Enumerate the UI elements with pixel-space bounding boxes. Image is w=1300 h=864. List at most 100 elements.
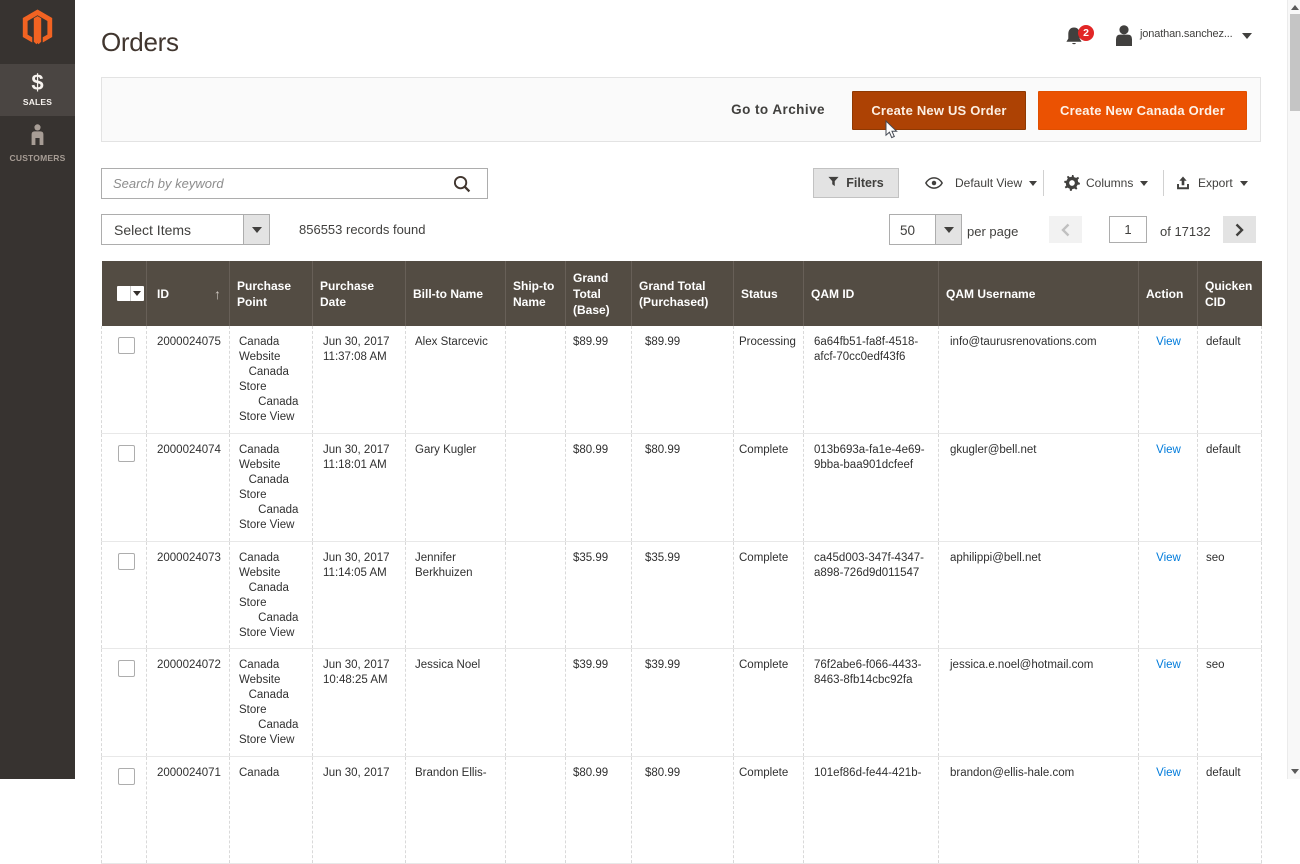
sort-ascending-icon: ↑ [214, 287, 221, 301]
dollar-icon: $ [0, 72, 75, 94]
cell-qam-id: 76f2abe6-f066-4433- 8463-8fb14cbc92fa [804, 649, 939, 757]
cell-qam-id-value: 101ef86d-fe44-421b- [814, 766, 930, 781]
cell-grand-total-purchased: $80.99 [632, 756, 734, 864]
cell-qam-id-value: 76f2abe6-f066-4433- 8463-8fb14cbc92fa [814, 658, 930, 688]
cell-purchase-date: Jun 30, 2017 11:18:01 AM [313, 434, 406, 542]
cell-purchase-point-value: Canada Website Canada Store Canada Store… [239, 551, 304, 641]
row-checkbox[interactable] [118, 553, 135, 570]
filters-button[interactable]: Filters [813, 168, 899, 198]
view-selector[interactable]: Default View [925, 168, 1037, 198]
cell-purchase-point-value: Canada Website Canada Store Canada Store… [239, 658, 304, 748]
mass-select-control[interactable] [117, 286, 144, 301]
cell-qam-username: brandon@ellis-hale.com [939, 756, 1139, 864]
column-header-id[interactable]: ID ↑ [147, 261, 230, 326]
column-header-grand-total-purchased[interactable]: Grand Total (Purchased) [632, 261, 734, 326]
cell-quicken-cid: default [1198, 434, 1262, 542]
user-menu-caret-icon[interactable] [1242, 33, 1252, 39]
column-header-purchase-point[interactable]: Purchase Point [230, 261, 313, 326]
cell-status: Complete [734, 541, 804, 649]
page-scrollbar[interactable] [1287, 0, 1300, 779]
column-header-status[interactable]: Status [734, 261, 804, 326]
notification-count-badge[interactable]: 2 [1078, 25, 1094, 41]
column-header-ship-to-name[interactable]: Ship-to Name [506, 261, 566, 326]
per-page-caret-icon[interactable] [935, 215, 961, 244]
username-label[interactable]: jonathan.sanchez... [1140, 28, 1233, 41]
orders-grid: ID ↑ Purchase Point Purchase Date Bill-t… [101, 261, 1261, 864]
sidebar-item-customers[interactable]: CUSTOMERS [0, 119, 75, 165]
column-header-action[interactable]: Action [1139, 261, 1198, 326]
cell-qam-id-value: ca45d003-347f-4347- a898-726d9d011547 [814, 551, 930, 581]
create-us-order-button[interactable]: Create New US Order [852, 91, 1026, 130]
cell-bill-to-name-value: Gary Kugler [415, 443, 497, 458]
cell-ship-to-name [506, 756, 566, 864]
column-header-qam-id[interactable]: QAM ID [804, 261, 939, 326]
column-header-grand-total-base[interactable]: Grand Total (Base) [566, 261, 632, 326]
cell-quicken-cid-value: default [1206, 766, 1253, 781]
cell-grand-total-purchased: $80.99 [632, 434, 734, 542]
cell-quicken-cid: default [1198, 756, 1262, 864]
view-order-link[interactable]: View [1156, 659, 1181, 671]
total-pages-label: of 17132 [1160, 224, 1211, 239]
cell-quicken-cid: default [1198, 326, 1262, 434]
export-control[interactable]: Export [1176, 168, 1248, 198]
cell-status-value: Complete [739, 658, 795, 673]
column-header-qam-username[interactable]: QAM Username [939, 261, 1139, 326]
go-to-archive-link[interactable]: Go to Archive [731, 102, 825, 117]
grid-row: 2000024075Canada Website Canada Store Ca… [102, 326, 1262, 434]
scroll-down-arrow-icon[interactable] [1291, 769, 1299, 774]
cell-quicken-cid-value: seo [1206, 658, 1253, 673]
cell-qam-username: info@taurusrenovations.com [939, 326, 1139, 434]
row-checkbox[interactable] [118, 337, 135, 354]
per-page-dropdown[interactable]: 50 [889, 214, 962, 245]
page-title: Orders [101, 29, 179, 55]
select-items-caret-icon[interactable] [243, 215, 269, 244]
gear-icon [1064, 175, 1080, 191]
search-icon[interactable] [453, 175, 471, 198]
row-checkbox[interactable] [118, 445, 135, 462]
select-items-dropdown[interactable]: Select Items [101, 214, 270, 245]
cell-grand-total-purchased-value: $35.99 [645, 551, 725, 566]
row-checkbox[interactable] [118, 768, 135, 785]
cell-bill-to-name: Jennifer Berkhuizen [406, 541, 506, 649]
column-header-quicken-cid[interactable]: Quicken CID [1198, 261, 1262, 326]
magento-logo[interactable] [0, 9, 75, 51]
cell-grand-total-purchased: $35.99 [632, 541, 734, 649]
cell-grand-total-base: $80.99 [566, 756, 632, 864]
columns-selector[interactable]: Columns [1064, 168, 1148, 198]
user-avatar-icon[interactable] [1114, 25, 1134, 51]
grid-row: 2000024072Canada Website Canada Store Ca… [102, 649, 1262, 757]
column-header-purchase-date[interactable]: Purchase Date [313, 261, 406, 326]
cell-status-value: Complete [739, 766, 795, 781]
cell-qam-id-value: 013b693a-fa1e-4e69- 9bba-baa901dcfeef [814, 443, 930, 473]
view-order-link[interactable]: View [1156, 336, 1181, 348]
cell-grand-total-base: $39.99 [566, 649, 632, 757]
view-order-link[interactable]: View [1156, 552, 1181, 564]
toolbar-separator [1163, 170, 1164, 196]
cell-quicken-cid-value: default [1206, 335, 1253, 350]
create-canada-order-button[interactable]: Create New Canada Order [1038, 91, 1247, 130]
sidebar-item-sales[interactable]: $ SALES [0, 64, 75, 116]
search-input[interactable] [102, 169, 487, 198]
cell-quicken-cid-value: seo [1206, 551, 1253, 566]
cell-ship-to-name [506, 649, 566, 757]
cell-purchase-point: Canada Website Canada Store Canada Store… [230, 434, 313, 542]
cell-grand-total-base-value: $39.99 [573, 658, 623, 673]
cell-grand-total-base-value: $89.99 [573, 335, 623, 350]
page-number-input[interactable] [1109, 216, 1147, 243]
view-order-link[interactable]: View [1156, 444, 1181, 456]
cell-purchase-date-value: Jun 30, 2017 11:18:01 AM [323, 443, 397, 473]
columns-label: Columns [1086, 176, 1133, 190]
row-checkbox[interactable] [118, 660, 135, 677]
previous-page-button[interactable] [1049, 216, 1082, 243]
per-page-label: per page [967, 224, 1018, 239]
cell-qam-username: jessica.e.noel@hotmail.com [939, 649, 1139, 757]
cell-bill-to-name-value: Brandon Ellis- [415, 766, 497, 781]
scrollbar-thumb[interactable] [1290, 14, 1300, 111]
cell-id-value: 2000024075 [157, 335, 221, 350]
cell-purchase-point: Canada [230, 756, 313, 864]
scroll-up-arrow-icon[interactable] [1291, 5, 1299, 10]
column-header-bill-to-name[interactable]: Bill-to Name [406, 261, 506, 326]
next-page-button[interactable] [1223, 216, 1256, 243]
view-order-link[interactable]: View [1156, 767, 1181, 779]
cell-status-value: Processing [739, 335, 795, 350]
